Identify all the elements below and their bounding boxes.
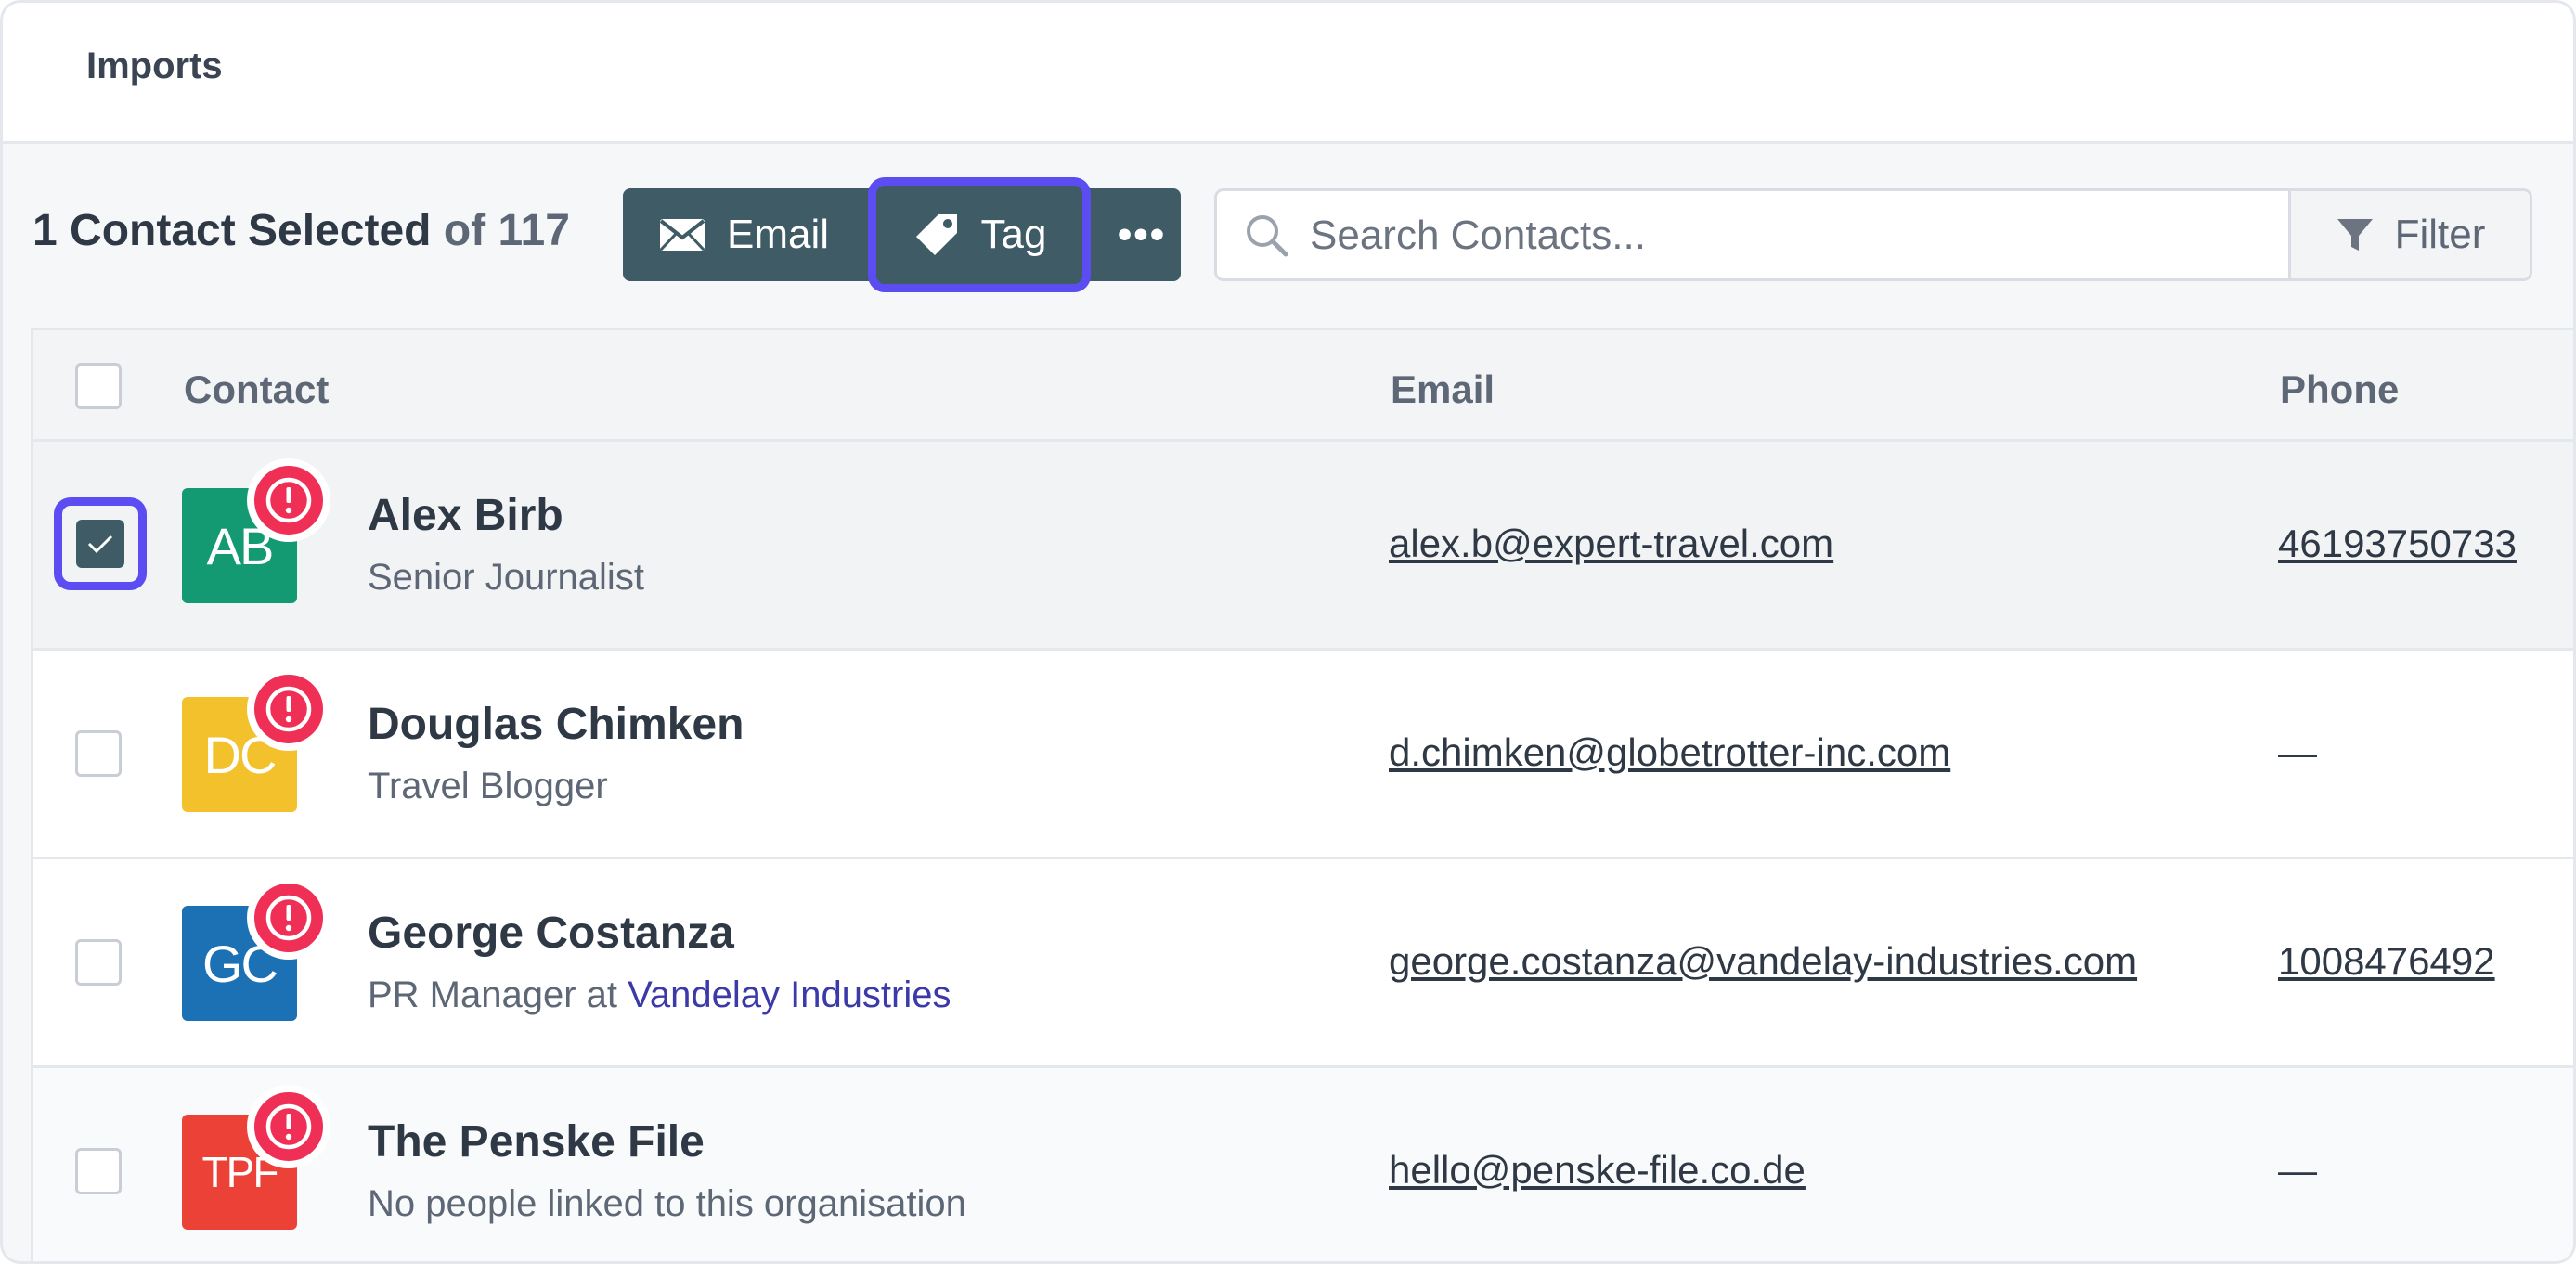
contact-email-link[interactable]: alex.b@expert-travel.com [1389,522,1833,566]
row-checkbox-focus-ring [54,497,147,590]
warning-icon [247,1085,330,1168]
top-bar: Imports [3,3,2573,144]
row-checkbox[interactable] [75,939,122,986]
email-button-label: Email [727,212,830,257]
page-title: Imports [86,45,223,86]
row-checkbox[interactable] [75,1148,122,1194]
contact-subtitle: Travel Blogger [368,766,608,807]
contact-role: Travel Blogger [368,766,608,806]
search-icon [1247,215,1288,257]
contact-name[interactable]: George Costanza [368,908,734,959]
contact-name[interactable]: The Penske File [368,1116,705,1167]
table-row[interactable]: AB Alex Birb Senior Journalist alex.b@ex… [33,442,2573,651]
filter-icon [2337,219,2373,251]
app-frame: Imports 1 Contact Selected of 117 Email … [0,0,2576,1264]
contact-subtitle: Senior Journalist [368,557,644,599]
search-box: Filter [1214,188,2532,281]
table-header: Contact Email Phone [33,330,2573,442]
warning-icon [247,667,330,751]
more-icon: ••• [1117,212,1167,257]
selection-count: 1 Contact Selected of 117 [32,205,570,256]
table-row[interactable]: TPF The Penske File No people linked to … [33,1068,2573,1261]
column-header-phone: Phone [2280,368,2400,411]
row-checkbox[interactable] [75,730,122,777]
select-all-checkbox[interactable] [75,363,122,409]
check-icon [87,535,113,554]
contact-email-link[interactable]: hello@penske-file.co.de [1389,1148,1806,1193]
row-checkbox[interactable] [76,520,124,568]
contact-subtitle: PR Manager at Vandelay Industries [368,974,951,1016]
contact-role: PR Manager at [368,974,628,1015]
contact-phone-link[interactable]: 1008476492 [2278,939,2495,984]
contact-phone-empty: — [2278,1148,2317,1192]
warning-icon [247,458,330,542]
contact-phone-link[interactable]: 46193750733 [2278,522,2517,566]
contacts-table: Contact Email Phone AB Alex Birb Senior … [31,328,2573,1261]
email-button[interactable]: Email [658,188,829,281]
contact-name[interactable]: Alex Birb [368,490,563,541]
warning-icon [247,876,330,960]
column-header-email: Email [1391,368,1495,411]
contact-role: No people linked to this organisation [368,1183,966,1224]
filter-button-label: Filter [2394,212,2486,257]
bulk-action-group: Email Tag ••• [623,177,1181,292]
filter-button[interactable]: Filter [2288,191,2530,278]
more-actions-button[interactable]: ••• [1106,188,1178,281]
table-row[interactable]: GC George Costanza PR Manager at Vandela… [33,859,2573,1068]
tag-button[interactable]: Tag [868,177,1091,292]
contact-subtitle: No people linked to this organisation [368,1183,966,1225]
selection-total: of 117 [443,206,570,255]
selection-count-label: 1 Contact Selected [32,206,432,255]
contact-email-link[interactable]: d.chimken@globetrotter-inc.com [1389,730,1950,775]
contact-name[interactable]: Douglas Chimken [368,699,744,750]
envelope-icon [659,219,705,252]
contact-role: Senior Journalist [368,557,644,598]
contact-phone-empty: — [2278,730,2317,774]
search-input[interactable] [1310,199,2238,273]
tag-icon [915,214,957,255]
organisation-link[interactable]: Vandelay Industries [628,974,951,1015]
contact-email-link[interactable]: george.costanza@vandelay-industries.com [1389,939,2137,984]
tag-button-label: Tag [980,212,1047,257]
table-row[interactable]: DC Douglas Chimken Travel Blogger d.chim… [33,651,2573,859]
column-header-contact: Contact [184,368,330,411]
